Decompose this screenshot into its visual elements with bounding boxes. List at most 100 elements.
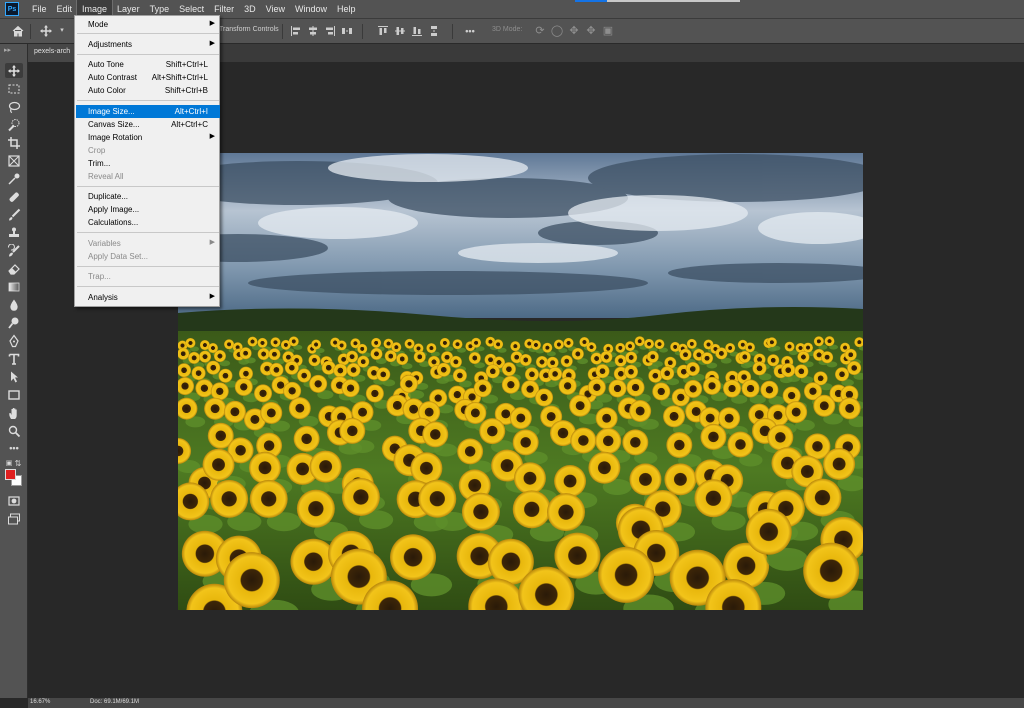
- menu-item-variables[interactable]: Variables ▶: [76, 237, 220, 250]
- menu-item-canvas-size[interactable]: Canvas Size... Alt+Ctrl+C: [76, 118, 220, 131]
- sunflower: [191, 366, 206, 381]
- image-menu-dropdown: Mode ▶ Adjustments ▶ Auto Tone Shift+Ctr…: [74, 15, 220, 307]
- align-vertical-centers-icon[interactable]: [393, 24, 407, 38]
- pen-tool-icon[interactable]: [5, 333, 23, 348]
- menu-window[interactable]: Window: [290, 0, 332, 18]
- menu-item-adjustments[interactable]: Adjustments ▶: [76, 38, 220, 51]
- transform-controls-label[interactable]: Transform Controls: [219, 26, 279, 33]
- menu-item-trim[interactable]: Trim...: [76, 157, 220, 170]
- sunflower: [546, 356, 559, 369]
- sunflower: [239, 347, 252, 360]
- more-options-icon[interactable]: •••: [463, 24, 477, 38]
- sunflower: [646, 350, 659, 363]
- brush-tool-icon[interactable]: [5, 207, 23, 222]
- sunflower: [336, 340, 347, 351]
- 3d-scale-icon[interactable]: ▣: [601, 24, 615, 38]
- distribute-icon[interactable]: [340, 24, 354, 38]
- chevron-down-icon[interactable]: ▾: [55, 24, 69, 38]
- menu-item-mode[interactable]: Mode ▶: [76, 18, 220, 31]
- eraser-tool-icon[interactable]: [5, 261, 23, 276]
- align-left-edges-icon[interactable]: [289, 24, 303, 38]
- home-icon[interactable]: [11, 24, 25, 38]
- 3d-orbit-icon[interactable]: ⟳: [533, 24, 547, 38]
- sunflower: [595, 407, 618, 430]
- photoshop-logo-icon: Ps: [5, 2, 19, 16]
- path-selection-tool-icon[interactable]: [5, 369, 23, 384]
- menu-separator: [77, 54, 219, 55]
- menu-item-apply-image[interactable]: Apply Image...: [76, 203, 220, 216]
- menu-item-label: Apply Data Set...: [88, 252, 149, 261]
- zoom-level[interactable]: 16.67%: [30, 699, 60, 708]
- sunflower: [629, 463, 662, 496]
- align-top-edges-icon[interactable]: [376, 24, 390, 38]
- document-info[interactable]: Doc: 69.1M/69.1M: [90, 699, 139, 705]
- sunflower: [346, 350, 359, 363]
- menu-file[interactable]: File: [27, 0, 52, 18]
- clone-stamp-tool-icon[interactable]: [5, 225, 23, 240]
- sunflower: [741, 379, 760, 398]
- blur-tool-icon[interactable]: [5, 297, 23, 312]
- sunflower: [571, 347, 584, 360]
- quick-mask-icon[interactable]: [5, 493, 23, 508]
- sunflower: [535, 355, 548, 368]
- document-canvas[interactable]: [178, 153, 863, 610]
- sunflower: [535, 388, 554, 407]
- screen-mode-icon[interactable]: [5, 511, 23, 526]
- sunflower: [600, 350, 613, 363]
- eyedropper-tool-icon[interactable]: [5, 171, 23, 186]
- zoom-tool-icon[interactable]: [5, 423, 23, 438]
- menu-item-image-rotation[interactable]: Image Rotation ▶: [76, 131, 220, 144]
- sunflower: [346, 362, 361, 377]
- sunflower: [622, 429, 649, 456]
- menu-3d[interactable]: 3D: [239, 0, 261, 18]
- gradient-tool-icon[interactable]: [5, 279, 23, 294]
- hand-tool-icon[interactable]: [5, 405, 23, 420]
- panel-grip-icon[interactable]: ▸▸: [4, 46, 11, 54]
- healing-brush-tool-icon[interactable]: [5, 189, 23, 204]
- menu-item-duplicate[interactable]: Duplicate...: [76, 190, 220, 203]
- edit-toolbar-icon[interactable]: •••: [5, 441, 23, 456]
- move-icon[interactable]: [39, 24, 53, 38]
- marquee-tool-icon[interactable]: [5, 81, 23, 96]
- distribute-vertical-icon[interactable]: [427, 24, 441, 38]
- separator: [30, 24, 31, 39]
- dodge-tool-icon[interactable]: [5, 315, 23, 330]
- menu-item-label: Auto Tone: [88, 60, 124, 69]
- sunflower: [309, 450, 342, 483]
- menu-item-crop[interactable]: Crop: [76, 144, 220, 157]
- 3d-roll-icon[interactable]: ◯: [550, 24, 564, 38]
- quick-selection-tool-icon[interactable]: [5, 117, 23, 132]
- menu-item-auto-tone[interactable]: Auto Tone Shift+Ctrl+L: [76, 58, 220, 71]
- menu-item-apply-data-set[interactable]: Apply Data Set...: [76, 250, 220, 263]
- sunflower: [530, 339, 541, 350]
- align-right-edges-icon[interactable]: [323, 24, 337, 38]
- menu-item-label: Adjustments: [88, 40, 133, 49]
- type-tool-icon[interactable]: [5, 351, 23, 366]
- align-horizontal-centers-icon[interactable]: [306, 24, 320, 38]
- crop-tool-icon[interactable]: [5, 135, 23, 150]
- sunflower: [794, 364, 809, 379]
- sunflower: [625, 341, 636, 352]
- frame-tool-icon[interactable]: [5, 153, 23, 168]
- menu-item-image-size[interactable]: Image Size... Alt+Ctrl+I: [76, 105, 220, 118]
- 3d-slide-icon[interactable]: ✥: [584, 24, 598, 38]
- menu-item-auto-color[interactable]: Auto Color Shift+Ctrl+B: [76, 84, 220, 97]
- menu-item-calculations[interactable]: Calculations...: [76, 216, 220, 229]
- 3d-pan-icon[interactable]: ✥: [567, 24, 581, 38]
- rectangle-tool-icon[interactable]: [5, 387, 23, 402]
- move-tool-icon[interactable]: [5, 63, 23, 78]
- sunflower: [745, 508, 792, 555]
- menu-item-auto-contrast[interactable]: Auto Contrast Alt+Shift+Ctrl+L: [76, 71, 220, 84]
- sunflower: [206, 360, 221, 375]
- lasso-tool-icon[interactable]: [5, 99, 23, 114]
- menu-view[interactable]: View: [261, 0, 290, 18]
- menu-item-trap[interactable]: Trap...: [76, 270, 220, 283]
- align-bottom-edges-icon[interactable]: [410, 24, 424, 38]
- foreground-color-swatch[interactable]: [5, 469, 16, 480]
- menu-item-analysis[interactable]: Analysis ▶: [76, 291, 220, 304]
- history-brush-tool-icon[interactable]: [5, 243, 23, 258]
- menu-item-reveal-all[interactable]: Reveal All: [76, 170, 220, 183]
- sunflower: [624, 364, 639, 379]
- sunflower: [210, 382, 229, 401]
- menu-help[interactable]: Help: [332, 0, 361, 18]
